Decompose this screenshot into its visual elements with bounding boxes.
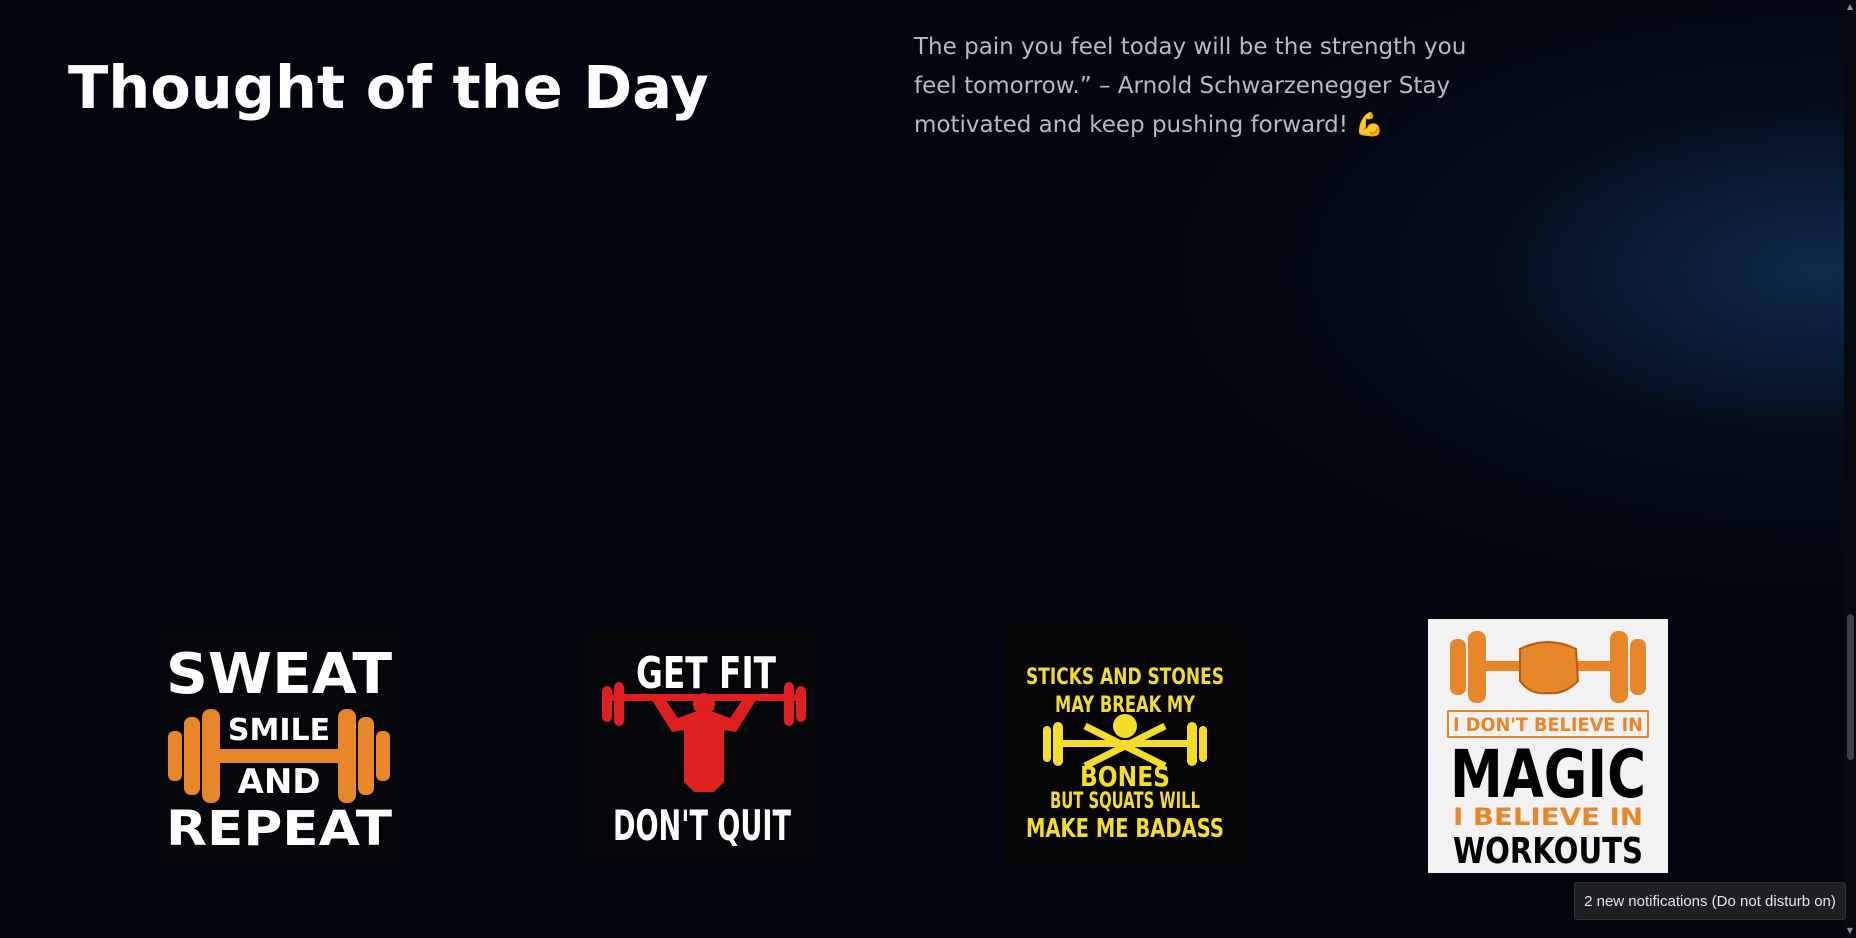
motivation-image-sweat-smile-repeat: SWEAT SMILE AND REPEAT [160,629,398,863]
line-5-text: MAKE ME BADASS [1026,814,1224,844]
magic-text: MAGIC [1450,736,1646,813]
workouts-text: WORKOUTS [1453,831,1643,872]
scroll-up-arrow-icon[interactable]: ▲ [1844,0,1856,14]
believe-in-text: I BELIEVE IN [1453,803,1643,831]
get-fit-graphic: GET FIT DON'T QUIT [582,632,822,862]
sweat-text: SWEAT [166,642,392,707]
vertical-scrollbar[interactable]: ▲ ▼ [1844,0,1856,938]
sticks-and-stones-graphic: STICKS AND STONES MAY BREAK MY BONES BUT… [1005,626,1245,866]
dont-quit-text: DON'T QUIT [613,801,791,850]
magic-workouts-graphic: I DON'T BELIEVE IN MAGIC I BELIEVE IN WO… [1428,619,1668,873]
scrollbar-thumb[interactable] [1847,614,1854,760]
motivation-image-sticks-and-stones: STICKS AND STONES MAY BREAK MY BONES BUT… [1005,626,1245,866]
scroll-down-arrow-icon[interactable]: ▼ [1844,924,1856,938]
sweat-smile-repeat-graphic: SWEAT SMILE AND REPEAT [160,629,398,863]
repeat-text: REPEAT [166,801,392,857]
smile-text: SMILE [228,713,330,748]
quote-text: The pain you feel today will be the stre… [914,28,1474,145]
flexed-biceps-emoji: 💪 [1355,112,1384,138]
get-fit-text: GET FIT [636,648,776,699]
fist-dumbbell-icon [1450,631,1646,703]
motivation-image-get-fit: GET FIT DON'T QUIT [582,632,822,862]
line-1-text: STICKS AND STONES [1026,665,1224,690]
line-4-text: BUT SQUATS WILL [1050,789,1200,814]
notification-toast[interactable]: 2 new notifications (Do not disturb on) [1574,882,1846,920]
and-text: AND [238,762,321,802]
motivation-image-magic-workouts: I DON'T BELIEVE IN MAGIC I BELIEVE IN WO… [1428,619,1668,873]
page-title: Thought of the Day [68,53,709,122]
dont-believe-text: I DON'T BELIEVE IN [1453,714,1643,736]
